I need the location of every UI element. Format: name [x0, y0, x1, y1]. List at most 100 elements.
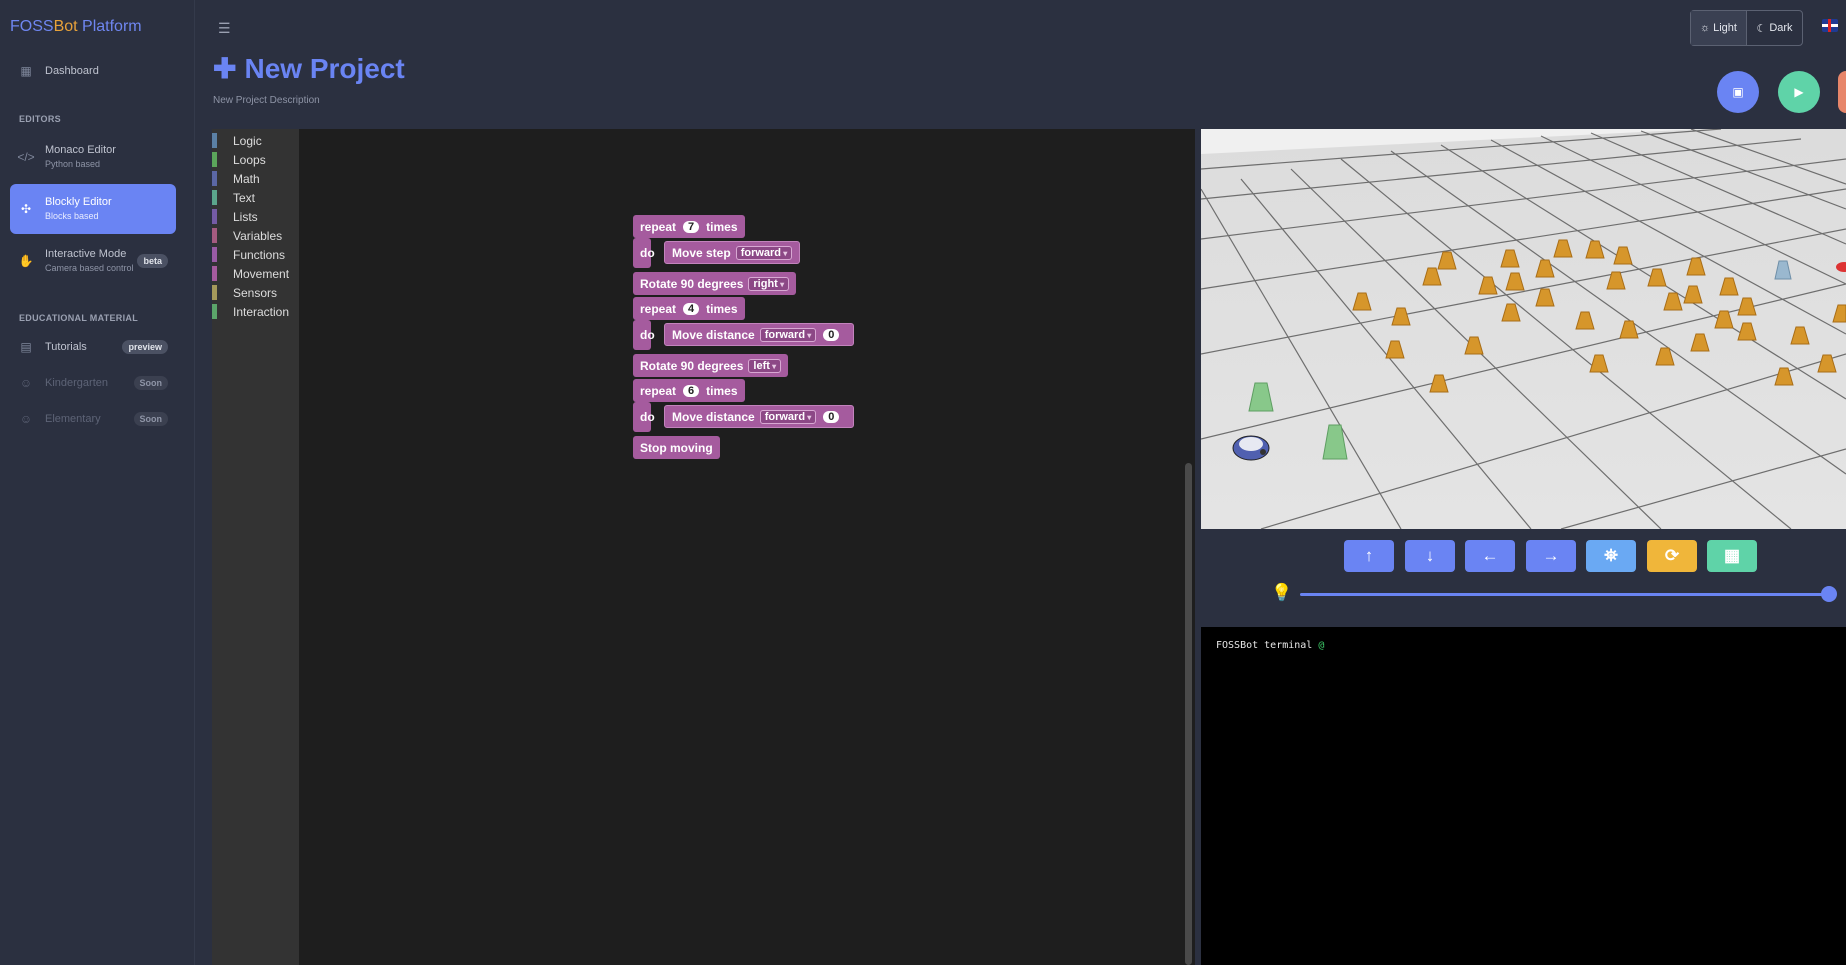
- sidebar-item-sublabel: Blocks based: [45, 211, 99, 221]
- move-forward-button[interactable]: ↑: [1344, 540, 1394, 572]
- sidebar-item-label: Elementary: [45, 413, 101, 425]
- hand-icon: ✋: [18, 254, 34, 268]
- puzzle-icon: ✣: [20, 202, 32, 216]
- robot-model: [1232, 435, 1270, 461]
- light-slider-track[interactable]: [1300, 593, 1834, 596]
- sidebar-item-blockly-editor[interactable]: ✣ Blockly Editor Blocks based: [10, 184, 176, 234]
- refresh-icon: ⟳: [1664, 546, 1680, 565]
- toolbox-category-logic[interactable]: Logic: [212, 131, 262, 150]
- toolbox-category-functions[interactable]: Functions: [212, 245, 285, 264]
- turn-right-button[interactable]: →: [1526, 540, 1576, 572]
- toolbox-category-math[interactable]: Math: [212, 169, 260, 188]
- save-icon: ▣: [1732, 85, 1744, 99]
- repeat-count-field[interactable]: 6: [683, 384, 700, 397]
- top-bar: ☰: [196, 0, 1846, 55]
- language-flag-icon[interactable]: [1822, 19, 1838, 32]
- arrow-left-icon: ←: [1481, 546, 1499, 565]
- stop-moving-block[interactable]: Stop moving: [633, 436, 720, 459]
- distance-field[interactable]: 0: [823, 328, 840, 341]
- page-title: ✚ New Project: [213, 52, 405, 85]
- lightbulb-icon: 💡: [1271, 583, 1293, 602]
- section-educational-material: EDUCATIONAL MATERIAL: [19, 313, 138, 323]
- repeat-block[interactable]: repeat 4 times: [633, 297, 745, 320]
- section-editors: EDITORS: [19, 114, 61, 124]
- toolbox-category-text[interactable]: Text: [212, 188, 255, 207]
- binoculars-icon: ⛯: [1604, 546, 1618, 565]
- terminal-text: FOSSBot terminal: [1216, 640, 1313, 651]
- arrow-down-icon: ↓: [1425, 546, 1435, 565]
- puzzle-icon: ✚: [213, 53, 237, 84]
- direction-dropdown[interactable]: forward: [759, 327, 817, 342]
- direction-dropdown[interactable]: forward: [759, 409, 817, 424]
- repeat-count-field[interactable]: 7: [683, 220, 700, 233]
- sidebar-item-label: Monaco Editor: [45, 144, 116, 156]
- smile-icon: ☺: [19, 376, 33, 390]
- sidebar-item-sublabel: Camera based control: [45, 263, 134, 273]
- sidebar-item-label: Kindergarten: [45, 377, 108, 389]
- toolbox-category-loops[interactable]: Loops: [212, 150, 266, 169]
- move-backward-button[interactable]: ↓: [1405, 540, 1455, 572]
- workspace-scrollbar[interactable]: [1185, 463, 1192, 965]
- toolbox-category-interaction[interactable]: Interaction: [212, 302, 289, 321]
- repeat-count-field[interactable]: 4: [683, 302, 700, 315]
- sidebar-item-label: Tutorials: [45, 341, 87, 353]
- beta-badge: beta: [137, 254, 168, 268]
- play-icon: ▶: [1794, 85, 1804, 99]
- sidebar-item-sublabel: Python based: [45, 159, 101, 169]
- brand-logo[interactable]: FOSSBot Platform: [10, 18, 142, 36]
- blockly-toolbox: Logic Loops Math Text Lists Variables Fu…: [212, 129, 299, 965]
- map-icon: ▦: [1723, 546, 1741, 565]
- terminal-panel[interactable]: FOSSBot terminal @: [1201, 627, 1846, 965]
- rotate-direction-dropdown[interactable]: left: [748, 358, 782, 373]
- save-button[interactable]: ▣: [1717, 71, 1759, 113]
- do-label: do: [640, 327, 655, 342]
- hamburger-menu-icon[interactable]: ☰: [218, 20, 231, 37]
- camera-view-button[interactable]: ⛯: [1586, 540, 1636, 572]
- theme-dark-button[interactable]: ☾ Dark: [1747, 11, 1802, 45]
- move-step-block[interactable]: Move step forward: [664, 241, 801, 264]
- sidebar-item-label: Dashboard: [45, 65, 99, 77]
- reset-button[interactable]: ⟳: [1647, 540, 1697, 572]
- distance-field[interactable]: 0: [823, 410, 840, 423]
- stop-button[interactable]: [1838, 71, 1846, 113]
- toolbox-category-lists[interactable]: Lists: [212, 207, 258, 226]
- theme-light-button[interactable]: ☼ Light: [1691, 11, 1747, 45]
- project-description: New Project Description: [213, 95, 320, 106]
- map-button[interactable]: ▦: [1707, 540, 1757, 572]
- toolbox-category-sensors[interactable]: Sensors: [212, 283, 277, 302]
- soon-badge: Soon: [133, 412, 168, 426]
- repeat-block[interactable]: repeat 6 times: [633, 379, 745, 402]
- sidebar-item-monaco-editor[interactable]: </> Monaco Editor Python based: [10, 136, 176, 178]
- direction-dropdown[interactable]: forward: [735, 245, 793, 260]
- sidebar-item-dashboard[interactable]: ▦ Dashboard: [10, 50, 176, 92]
- run-button[interactable]: ▶: [1778, 71, 1820, 113]
- sidebar-item-label: Interactive Mode: [45, 248, 127, 260]
- sidebar: FOSSBot Platform ▦ Dashboard EDITORS </>…: [0, 0, 195, 965]
- rotate-block[interactable]: Rotate 90 degrees right: [633, 272, 797, 295]
- toolbox-category-movement[interactable]: Movement: [212, 264, 289, 283]
- simulation-viewport[interactable]: [1201, 129, 1846, 529]
- moon-icon: ☾: [1756, 22, 1767, 35]
- theme-toggle: ☼ Light ☾ Dark: [1690, 10, 1803, 46]
- rotate-direction-dropdown[interactable]: right: [748, 276, 790, 291]
- move-distance-block[interactable]: Move distanceforward0: [664, 405, 855, 428]
- terminal-prompt-icon: @: [1318, 640, 1325, 651]
- arrow-right-icon: →: [1542, 546, 1560, 565]
- move-distance-block[interactable]: Move distanceforward0: [664, 323, 855, 346]
- toolbox-category-variables[interactable]: Variables: [212, 226, 282, 245]
- sidebar-item-elementary: ☺ Elementary Soon: [10, 398, 176, 440]
- book-icon: ▤: [20, 340, 32, 354]
- repeat-block[interactable]: repeat 7 times: [633, 215, 745, 238]
- preview-badge: preview: [122, 340, 168, 354]
- sidebar-item-interactive-mode[interactable]: ✋ Interactive Mode Camera based control b…: [10, 240, 176, 282]
- rotate-block[interactable]: Rotate 90 degrees left: [633, 354, 789, 377]
- soon-badge: Soon: [133, 376, 168, 390]
- turn-left-button[interactable]: ←: [1465, 540, 1515, 572]
- sidebar-item-label: Blockly Editor: [45, 196, 112, 208]
- dashboard-icon: ▦: [20, 64, 32, 78]
- arrow-up-icon: ↑: [1364, 546, 1374, 565]
- do-label: do: [640, 245, 655, 260]
- simulation-scene: [1201, 129, 1846, 529]
- sun-icon: ☼: [1700, 22, 1711, 34]
- light-slider-handle[interactable]: [1821, 586, 1837, 602]
